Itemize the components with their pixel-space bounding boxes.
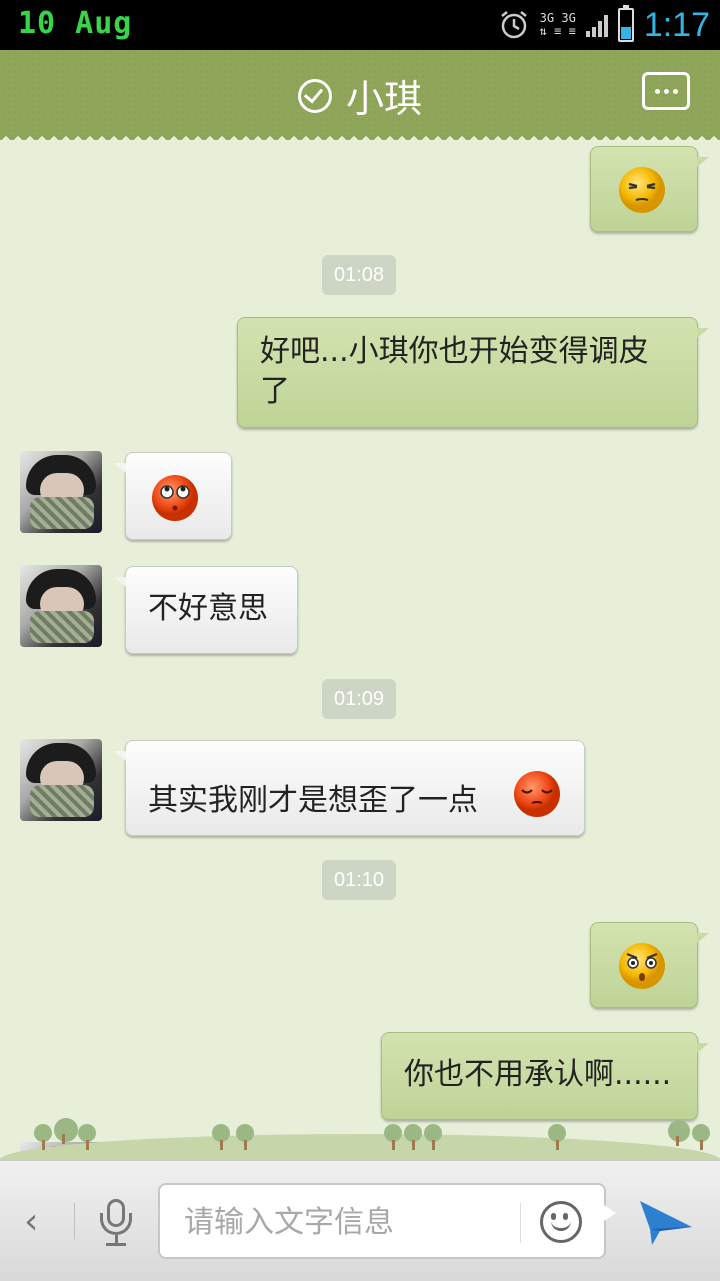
battery-icon: [617, 5, 634, 42]
more-menu-button[interactable]: [642, 72, 690, 110]
chevron-left-icon[interactable]: ‹: [24, 1201, 38, 1242]
signal-icon: [585, 13, 608, 37]
message-bubble-outgoing[interactable]: [590, 922, 709, 1008]
timestamp: 01:08: [322, 255, 396, 295]
network-label-2: 3G: [561, 11, 576, 25]
avatar[interactable]: [20, 451, 102, 533]
network-label-1: 3G: [539, 11, 555, 25]
message-bubble-incoming[interactable]: [114, 452, 232, 540]
squint-emoji: [619, 167, 665, 213]
avatar[interactable]: [20, 739, 102, 821]
send-icon[interactable]: [638, 1197, 694, 1247]
status-indicators: 3G 3G ⇅ ≡ ≡ 1:17: [498, 4, 710, 46]
message-bubble-incoming[interactable]: 其实我刚才是想歪了一点: [114, 740, 585, 836]
more-dot: [663, 88, 669, 94]
message-input-bar: ‹: [0, 1160, 720, 1281]
chat-title-wrap: 小琪: [0, 68, 720, 123]
message-bubble-incoming[interactable]: 不好意思: [114, 566, 298, 654]
timestamp: 01:09: [322, 679, 396, 719]
message-bubble-outgoing[interactable]: 好吧...小琪你也开始变得调皮 了: [237, 317, 709, 428]
shocked-emoji: [619, 943, 665, 989]
message-text: 好吧...小琪你也开始变得调皮 了: [260, 334, 649, 409]
chat-messages[interactable]: 01:08 好吧...小琪你也开始变得调皮 了 不好意思 01:09 其实我刚才…: [0, 132, 720, 1160]
microphone-icon[interactable]: [98, 1199, 134, 1247]
message-bubble-outgoing[interactable]: [590, 146, 709, 232]
message-text: 你也不用承认啊......: [404, 1057, 672, 1092]
alarm-icon: [500, 11, 527, 39]
avatar[interactable]: [20, 565, 102, 647]
message-input-box[interactable]: [158, 1183, 616, 1259]
divider: [74, 1203, 75, 1239]
more-icon: [654, 88, 660, 94]
input-separator: [520, 1203, 521, 1243]
smiley-icon[interactable]: [540, 1201, 582, 1243]
landscape-decoration: [0, 1100, 720, 1160]
chat-header: 小琪: [0, 50, 720, 140]
chat-title: 小琪: [345, 77, 422, 121]
network-indicator: 3G 3G ⇅ ≡ ≡: [539, 11, 576, 38]
status-date: 10 Aug: [18, 6, 133, 41]
shy-emoji: [514, 771, 560, 817]
timestamp: 01:10: [322, 860, 396, 900]
rolling-eyes-emoji: [152, 475, 198, 521]
more-dot: [672, 88, 678, 94]
check-circle-icon: [297, 78, 332, 113]
message-text: 不好意思: [148, 591, 268, 626]
status-bar: 10 Aug 3G 3G ⇅ ≡ ≡ 1:17: [0, 0, 720, 50]
status-time: 1:17: [643, 5, 710, 44]
message-text: 其实我刚才是想歪了一点: [148, 783, 478, 818]
message-input[interactable]: [182, 1199, 506, 1245]
